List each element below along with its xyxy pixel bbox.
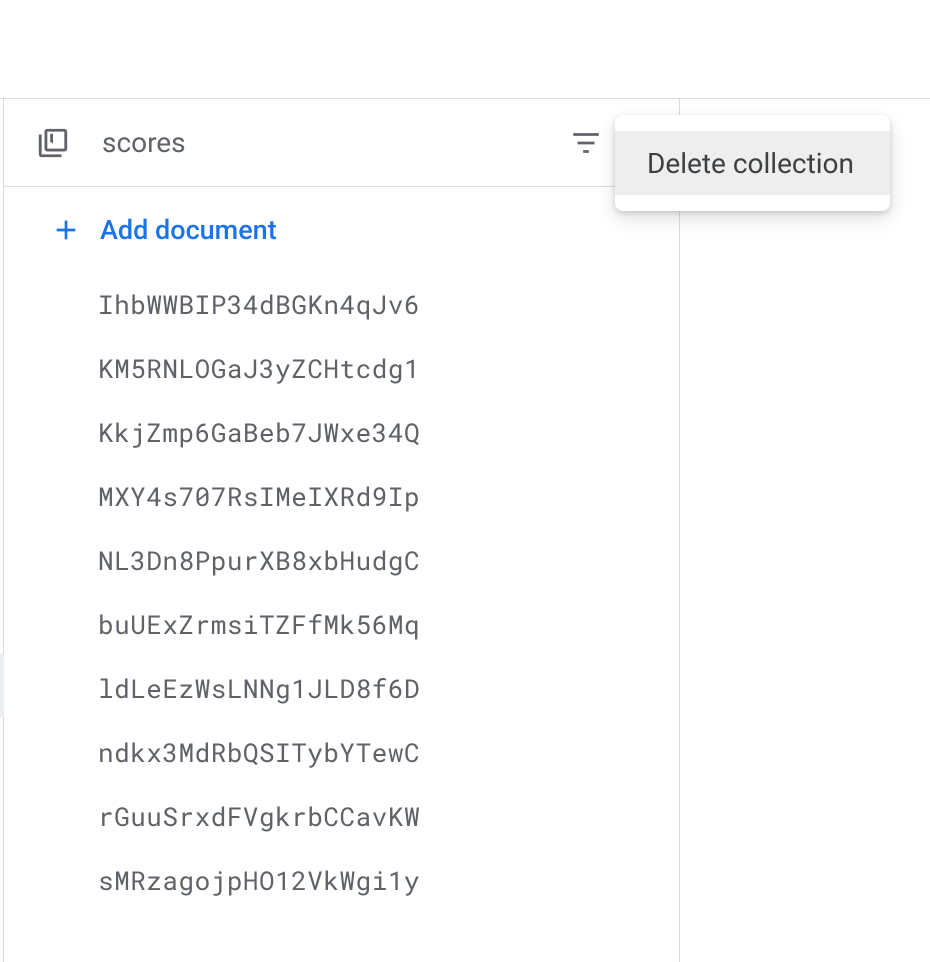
document-item[interactable]: MXY4s707RsIMeIXRd9Ip [4,465,679,529]
document-list: IhbWWBIP34dBGKn4qJv6 KM5RNLOGaJ3yZCHtcdg… [4,273,679,913]
collection-panel: scores Add document IhbWWBIP34dBGKn4qJv6… [4,99,680,962]
document-item[interactable]: ndkx3MdRbQSITybYTewC [4,721,679,785]
document-item[interactable]: KM5RNLOGaJ3yZCHtcdg1 [4,337,679,401]
top-spacer [0,0,930,98]
document-item[interactable]: rGuuSrxdFVgkrbCCavKW [4,785,679,849]
document-item[interactable]: KkjZmp6GaBeb7JWxe34Q [4,401,679,465]
main-container: scores Add document IhbWWBIP34dBGKn4qJv6… [0,98,930,962]
collection-header: scores [4,99,679,187]
left-panel-highlight [0,653,4,717]
delete-collection-menu-item[interactable]: Delete collection [615,131,890,195]
filter-icon[interactable] [567,124,605,162]
collection-title: scores [102,126,567,159]
document-item[interactable]: buUExZrmsiTZFfMk56Mq [4,593,679,657]
document-item[interactable]: NL3Dn8PpurXB8xbHudgC [4,529,679,593]
document-item[interactable]: ldLeEzWsLNNg1JLD8f6D [4,657,679,721]
document-item[interactable]: sMRzagojpHO12VkWgi1y [4,849,679,913]
left-panel-sliver [0,99,4,962]
add-document-label: Add document [100,214,277,246]
add-document-button[interactable]: Add document [4,187,679,273]
document-item[interactable]: IhbWWBIP34dBGKn4qJv6 [4,273,679,337]
context-menu: Delete collection [615,115,890,211]
document-detail-panel [680,99,930,962]
collection-icon [34,124,72,162]
plus-icon [48,212,84,248]
